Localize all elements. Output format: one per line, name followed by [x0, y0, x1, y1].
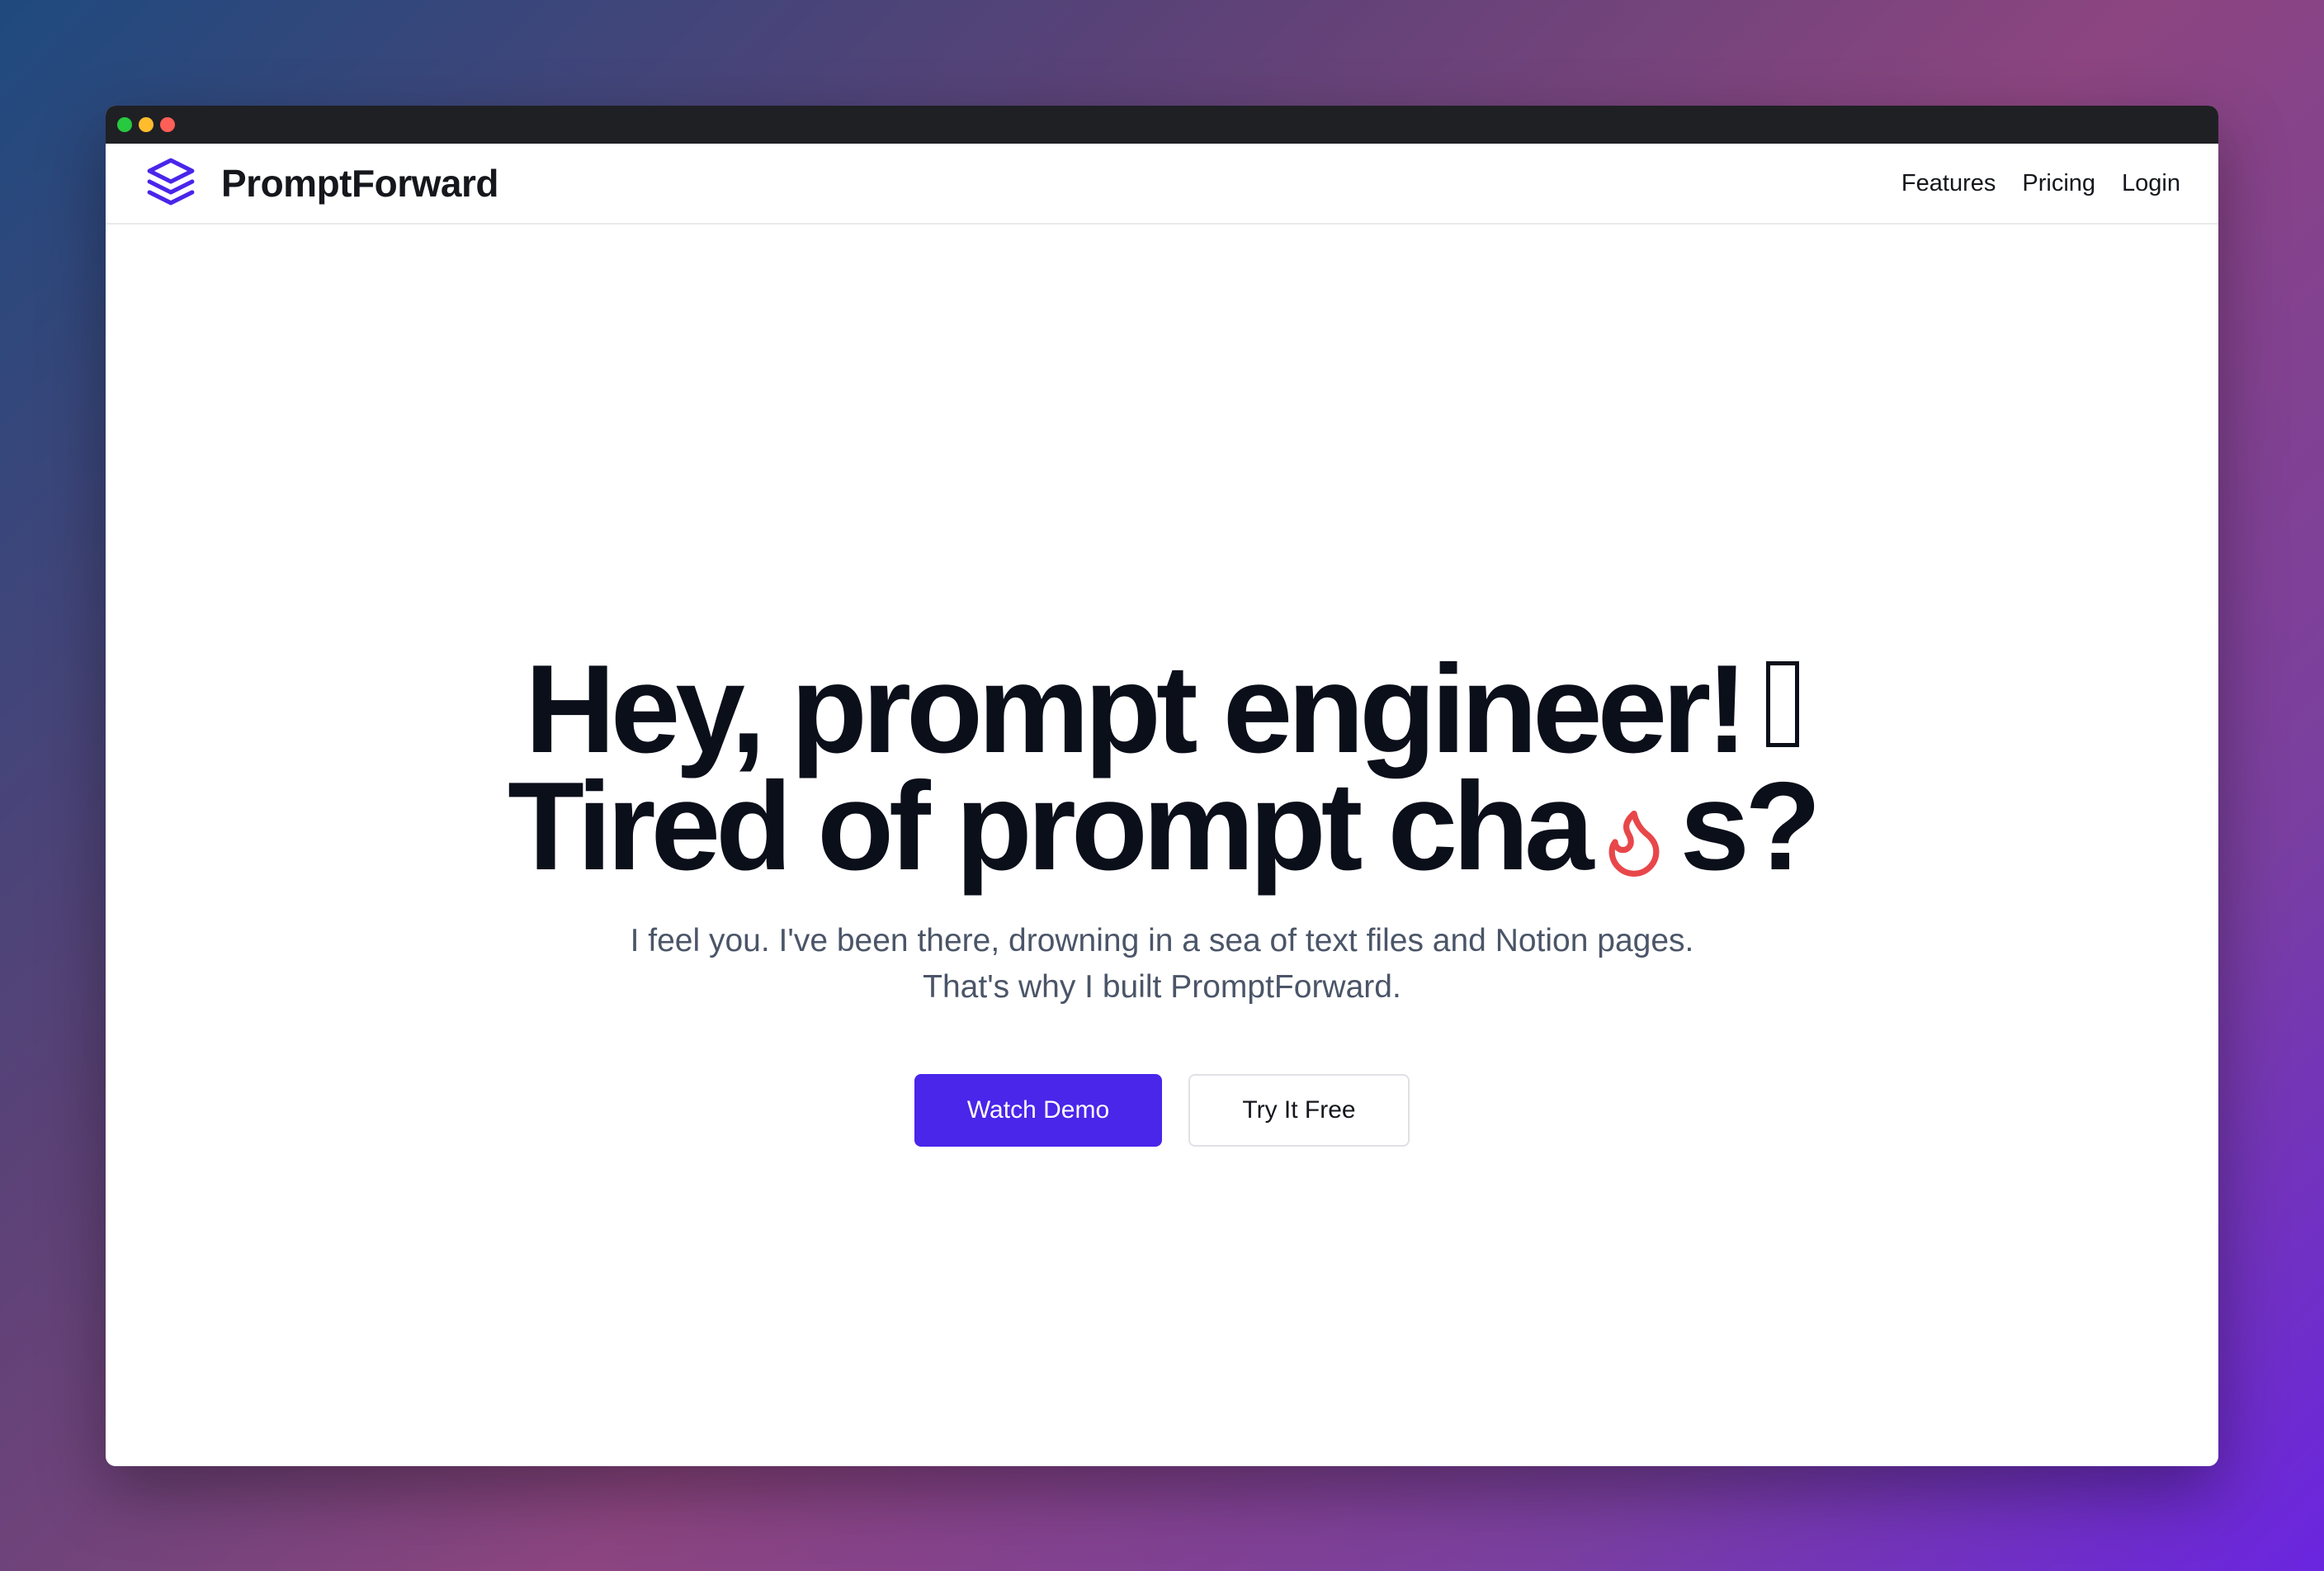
- headline-line-2: Tired of prompt cha s?: [508, 756, 1821, 897]
- headline-line-2-before: Tired of prompt cha: [508, 756, 1594, 897]
- hero-buttons: Watch Demo Try It Free: [914, 1074, 1410, 1147]
- window-maximize-dot[interactable]: [160, 117, 175, 132]
- brand-name: PromptForward: [221, 162, 498, 205]
- try-it-free-button[interactable]: Try It Free: [1188, 1074, 1410, 1147]
- watch-demo-button[interactable]: Watch Demo: [914, 1074, 1162, 1147]
- window-minimize-dot[interactable]: [139, 117, 154, 132]
- window-close-dot[interactable]: [117, 117, 132, 132]
- fire-icon: [1596, 787, 1672, 879]
- nav-link-features[interactable]: Features: [1901, 170, 1996, 197]
- nav-links: Features Pricing Login: [1901, 170, 2180, 197]
- hero-section: Hey, prompt engineer! Tired of prompt ch…: [106, 225, 2218, 1466]
- top-navbar: PromptForward Features Pricing Login: [106, 144, 2218, 225]
- headline-line-1-text: Hey, prompt engineer!: [525, 639, 1748, 779]
- brand[interactable]: PromptForward: [145, 156, 498, 211]
- nav-link-pricing[interactable]: Pricing: [2022, 170, 2095, 197]
- window-titlebar: [106, 106, 2218, 144]
- hero-subtext: I feel you. I've been there, drowning in…: [630, 923, 1694, 1005]
- nav-link-login[interactable]: Login: [2122, 170, 2180, 197]
- headline-line-2-after: s?: [1679, 756, 1821, 897]
- layers-icon: [145, 156, 196, 211]
- hero-headline: Hey, prompt engineer! Tired of prompt ch…: [508, 639, 1821, 897]
- browser-window: PromptForward Features Pricing Login Hey…: [106, 106, 2218, 1466]
- headline-line-1: Hey, prompt engineer!: [508, 639, 1816, 779]
- missing-emoji-glyph-icon: [1765, 661, 1799, 747]
